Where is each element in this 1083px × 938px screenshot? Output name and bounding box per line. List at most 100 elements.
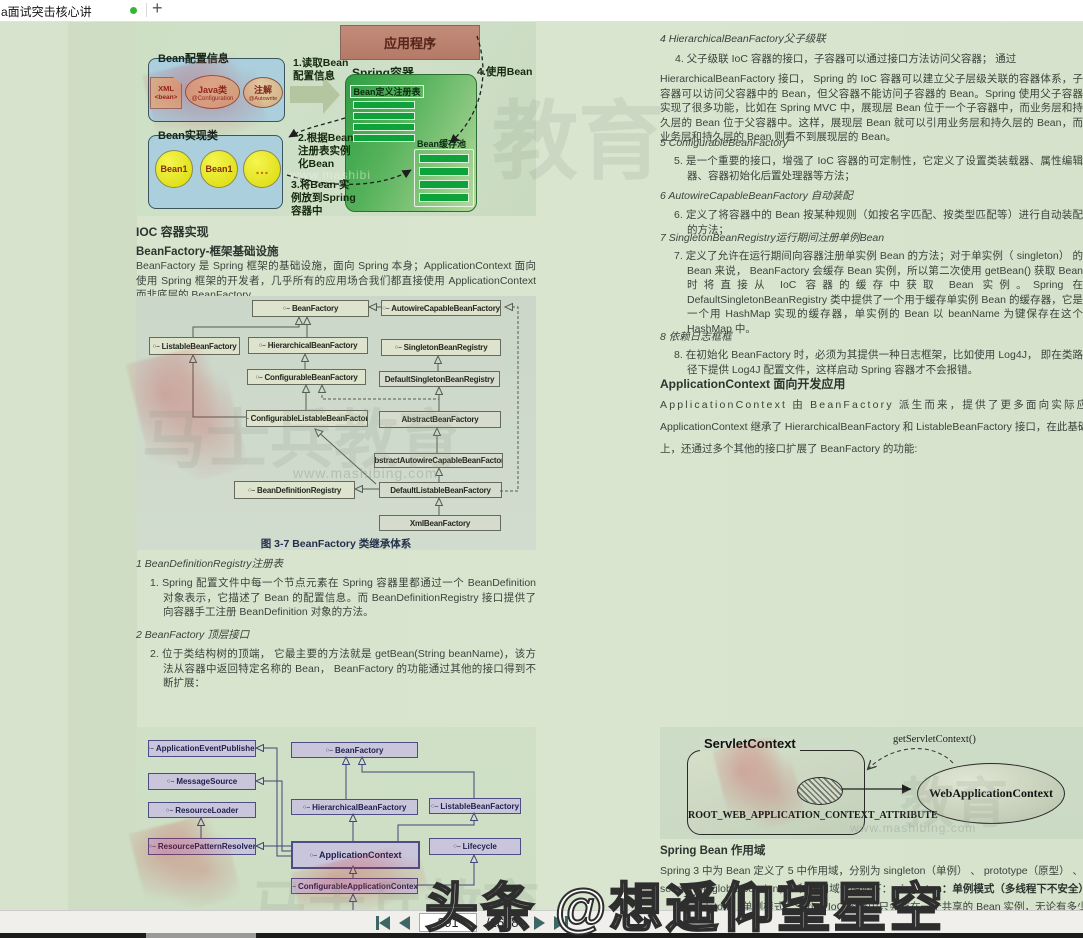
uml-box-autowirecapablebeanfactory: AutowireCapableBeanFactory (381, 300, 501, 316)
bean-more-circle: … (243, 150, 281, 188)
uml-box-defaultlistablebeanfactory: DefaultListableBeanFactory (379, 482, 502, 498)
prev-page-button[interactable] (399, 915, 410, 930)
beanfactory-class-diagram: BeanFactory AutowireCapableBeanFactory L… (136, 296, 536, 550)
uml-label: ResourcePatternResolver (157, 842, 256, 851)
uml-label: AbstractBeanFactory (401, 415, 479, 424)
annotation-ellipse: 注解 @Autowrite (243, 77, 283, 108)
bean-config-label: Bean配置信息 (158, 53, 229, 65)
appctx-line1: ApplicationContext 由 BeanFactory 派生而来，提供… (660, 399, 1083, 411)
app-program-box: 应用程序 (340, 25, 480, 60)
item8-paragraph: 8. 在初始化 BeanFactory 时，必须为其提供一种日志框架，比如使用 … (674, 349, 1083, 376)
interface-icon (247, 415, 249, 422)
uml-box-lifecycle: Lifecycle (429, 838, 521, 855)
uml-label: ApplicationEventPublisher (155, 744, 256, 753)
page-number-input[interactable] (419, 913, 477, 932)
uml-label: ConfigurableBeanFactory (264, 372, 358, 382)
heading-applicationcontext: ApplicationContext 面向开发应用 (660, 377, 846, 391)
interface-icon (309, 852, 317, 859)
scope-line2-text: session 和 global session，5 种作用域说明如下： (660, 883, 896, 895)
uml-label: HierarchicalBeanFactory (267, 341, 358, 350)
item4-paragraph: HierarchicalBeanFactory 接口， Spring 的 IoC… (660, 73, 1083, 143)
last-page-button[interactable] (553, 915, 568, 930)
bean-cache-bar (419, 167, 469, 176)
appctx-line2: ApplicationContext 继承了 HierarchicalBeanF… (660, 421, 1083, 433)
xml-label: XML (158, 84, 174, 93)
interface-icon (255, 374, 262, 381)
getservletcontext-label: getServletContext() (893, 734, 976, 745)
bean-definition-bar (353, 101, 415, 109)
uml-box-resourceloader: ResourceLoader (148, 802, 256, 818)
uml-label: ApplicationContext (319, 850, 402, 860)
servletcontext-diagram: ServletContext ROOT_WEB_APPLICATION_CONT… (660, 727, 1083, 839)
uml-box-resourcepatternresolver: ResourcePatternResolver (148, 838, 256, 855)
interface-icon (382, 305, 389, 312)
pager-controls: /1658 (376, 911, 568, 934)
uml-box-configurableapplicationcontext: ConfigurableApplicationContext (291, 878, 418, 894)
item5-heading: 5 ConfigurableBeanFactory (660, 137, 788, 149)
step3-label: 3.将Bean 实 例放到Spring 容器中 (291, 179, 356, 217)
interface-icon (166, 807, 174, 814)
uml-box-beanfactory: BeanFactory (252, 300, 369, 317)
bean-cache-bar (419, 180, 469, 189)
uml-box-hierarchicalbeanfactory2: HierarchicalBeanFactory (291, 799, 418, 815)
uml-label: ConfigurableListableBeanFactory (250, 414, 368, 423)
item6-heading: 6 AutowireCapableBeanFactory 自动装配 (660, 190, 853, 202)
step2-label: 2.根据Bean 注册表实例 化Bean (298, 132, 354, 170)
servletcontext-label: ServletContext (700, 736, 800, 751)
uml-label: BeanFactory (335, 745, 384, 755)
uml-label: ListableBeanFactory (161, 341, 237, 351)
unsaved-dot-icon (130, 7, 137, 14)
bean-cache-bar (419, 154, 469, 163)
applicationcontext-class-diagram: ApplicationEventPublisher BeanFactory Me… (136, 727, 536, 910)
item5-paragraph: 5. 是一个重要的接口，增强了 IoC 容器的可定制性，它定义了设置类装载器、属… (674, 155, 1083, 182)
java-class-label: Java类 (197, 84, 228, 95)
step1-label: 1.读取Bean 配置信息 (293, 57, 349, 82)
item1-paragraph: 1. Spring 配置文件中每一个节点元素在 Spring 容器里都通过一个 … (150, 577, 536, 618)
interface-icon (152, 343, 159, 350)
item4-heading: 4 HierarchicalBeanFactory父子级联 (660, 33, 826, 45)
root-attr-label: ROOT_WEB_APPLICATION_CONTEXT_ATTRIBUTE (688, 810, 938, 821)
interface-icon (303, 804, 311, 811)
first-page-icon (379, 915, 390, 930)
bean1-circle: Bean1 (155, 150, 193, 188)
interface-icon (167, 778, 175, 785)
interface-icon (248, 487, 255, 494)
uml-label: Lifecycle (462, 842, 497, 851)
uml-box-beanfactory2: BeanFactory (291, 742, 418, 758)
configuration-label: @Configuration (191, 95, 234, 102)
uml-box-messagesource: MessageSource (148, 773, 256, 790)
item7-paragraph: 7. 定义了允许在运行期间向容器注册单实例 Bean 的方法；对于单实例（ si… (674, 250, 1083, 335)
uml-box-configurablebeanfactory: ConfigurableBeanFactory (247, 369, 366, 385)
uml-box-hierarchicalbeanfactory: HierarchicalBeanFactory (248, 337, 368, 354)
bean-definition-registry-label: Bean定义注册表 (350, 85, 424, 98)
uml-label: BeanFactory (291, 304, 339, 313)
spring-container-box: Bean定义注册表 Bean缓存池 (345, 74, 477, 212)
ioc-overview-diagram: 应用程序 1.读取Bean 配置信息 Spring容器 4.使用Bean Bea… (136, 22, 536, 217)
uml-label: AutowireCapableBeanFactory (391, 303, 500, 313)
context-attribute-ellipse (797, 777, 843, 805)
tab-separator (146, 3, 147, 17)
bottom-scrollbar-segment[interactable] (146, 933, 256, 938)
heading-ioc-impl: IOC 容器实现 (136, 225, 209, 239)
screen: a面试突击核心讲 + 应用程序 1.读取Bean 配置信息 Spring容器 4… (0, 0, 1083, 938)
prev-page-icon (399, 915, 410, 930)
interface-icon (431, 803, 439, 810)
page-total-label: /1658 (486, 915, 519, 930)
item7-heading: 7 SingletonBeanRegistry运行期间注册单例Bean (660, 232, 885, 244)
uml-box-singletonbeanregistry: SingletonBeanRegistry (381, 339, 501, 356)
first-page-button[interactable] (376, 915, 390, 930)
uml-label: AbstractAutowireCapableBeanFactory (374, 456, 503, 465)
bean2-circle: Bean1 (200, 150, 238, 188)
uml-label: ResourceLoader (175, 805, 239, 815)
item2-paragraph: 2. 位于类结构树的顶端， 它最主要的方法就是 getBean(String b… (150, 648, 536, 689)
java-class-ellipse: Java类 @Configuration (185, 75, 240, 109)
uml-box-listablebeanfactory2: ListableBeanFactory (429, 798, 521, 814)
new-tab-button[interactable]: + (152, 0, 163, 19)
next-page-button[interactable] (533, 915, 545, 930)
left-column: 应用程序 1.读取Bean 配置信息 Spring容器 4.使用Bean Bea… (136, 21, 536, 910)
read-config-arrow (290, 86, 323, 103)
uml-box-beandefinitionregistry: BeanDefinitionRegistry (234, 481, 355, 499)
tab-title[interactable]: a面试突击核心讲 (1, 3, 92, 20)
interface-icon (149, 843, 156, 850)
bean-cache-pool-box (414, 149, 474, 207)
